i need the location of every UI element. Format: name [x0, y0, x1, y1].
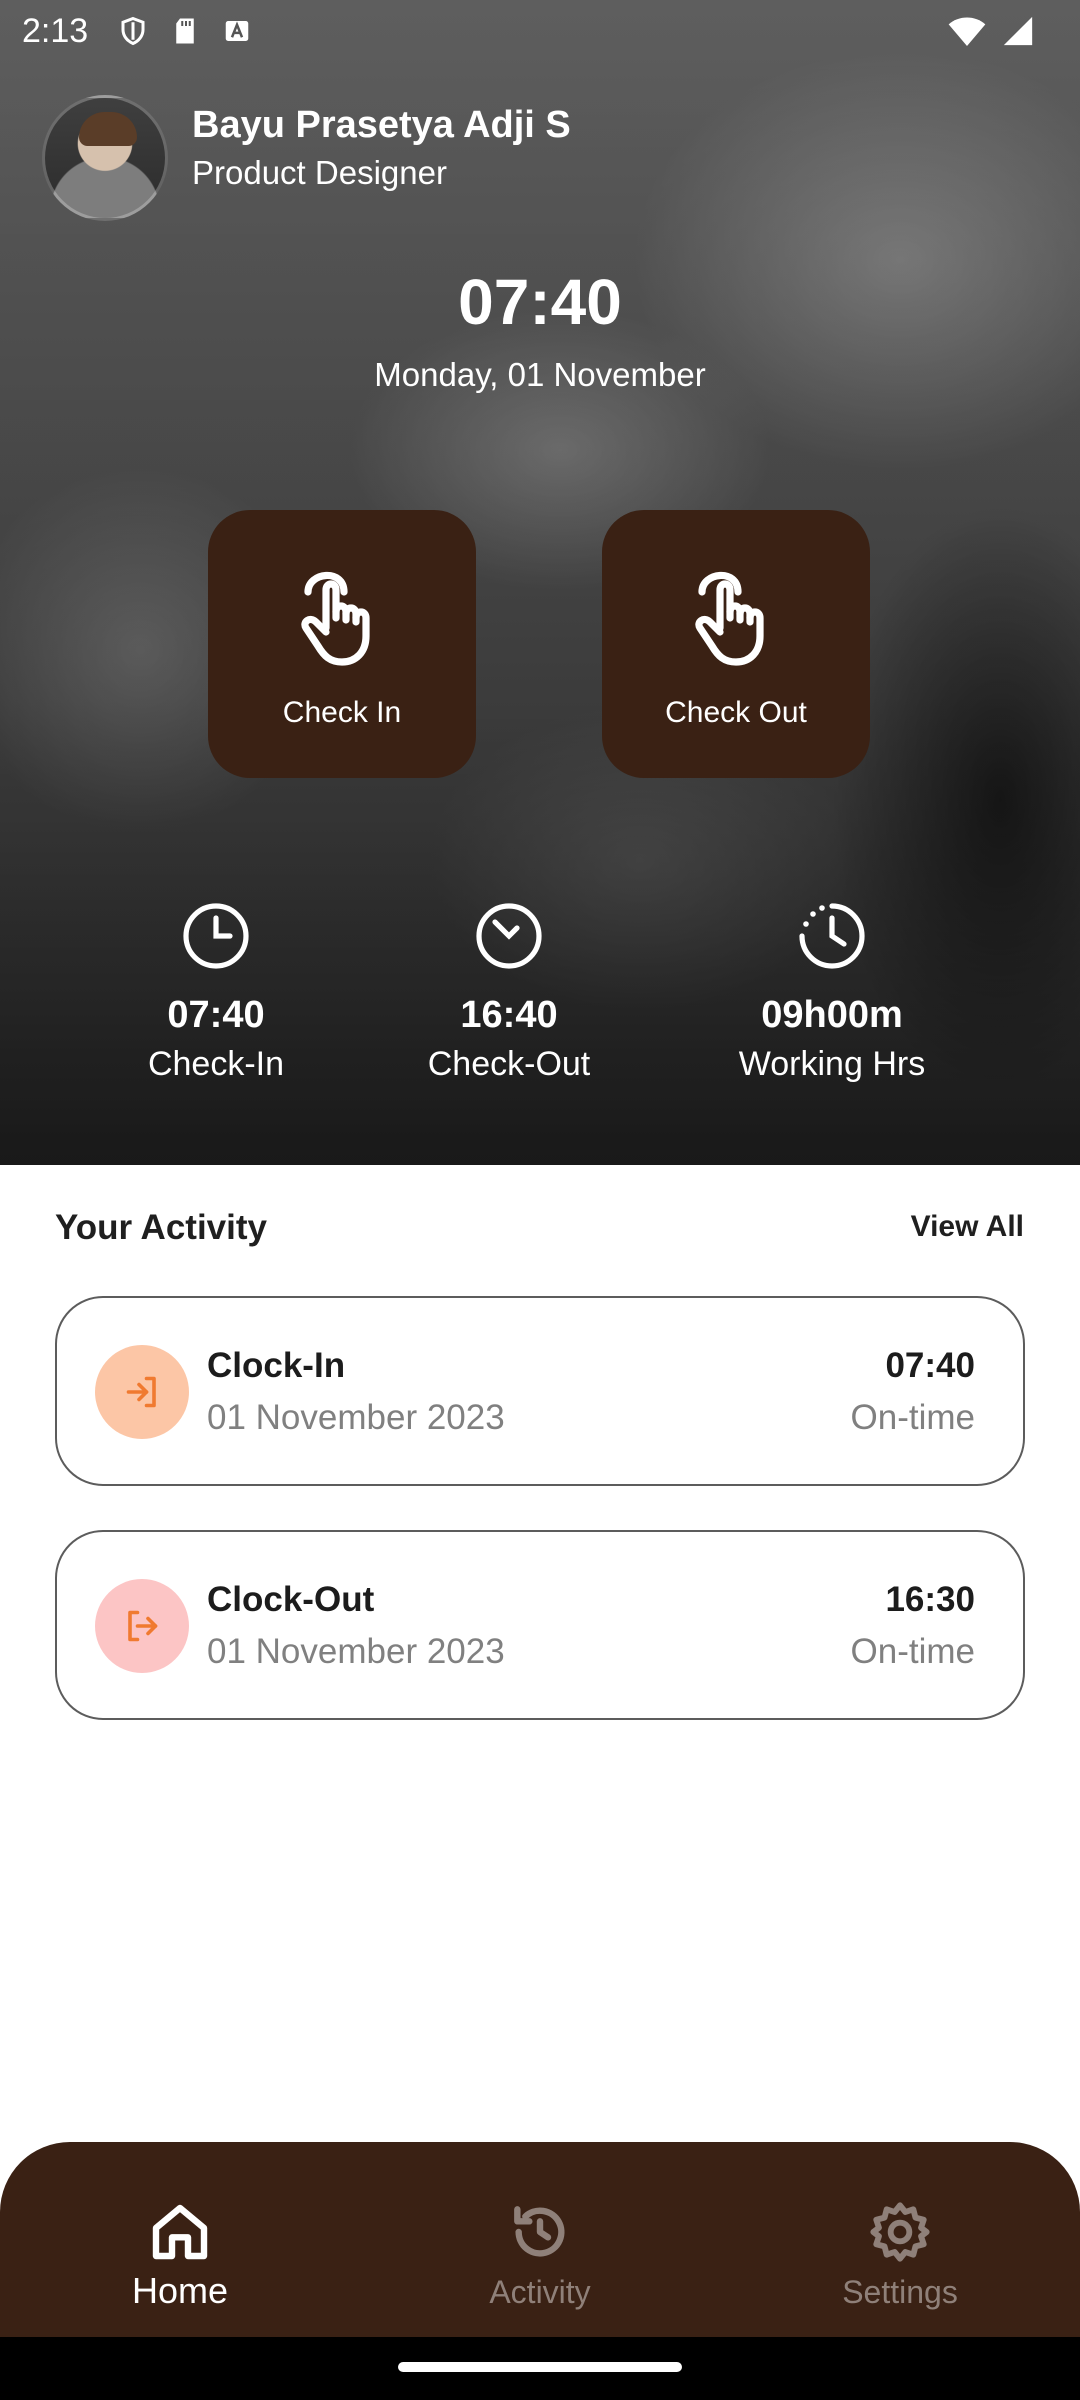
activity-status: On-time	[850, 1398, 975, 1437]
current-time: 07:40	[458, 266, 622, 338]
check-in-button[interactable]: Check In	[208, 510, 476, 778]
gesture-handle[interactable]	[398, 2362, 682, 2372]
check-out-label: Check Out	[665, 696, 807, 729]
activity-title: Clock-In	[207, 1346, 346, 1385]
activity-section-title: Your Activity	[55, 1208, 267, 1247]
login-icon	[126, 1376, 156, 1408]
nav-home-label: Home	[131, 2270, 229, 2311]
user-role: Product Designer	[192, 154, 447, 191]
activity-time: 07:40	[885, 1346, 975, 1385]
stat-caption: Check-In	[147, 1045, 285, 1083]
activity-icon-badge	[95, 1345, 189, 1439]
activity-date: 01 November 2023	[207, 1632, 505, 1671]
logout-icon	[128, 1610, 158, 1642]
nav-settings[interactable]: Settings	[790, 2200, 1010, 2311]
nav-activity[interactable]: Activity	[430, 2200, 650, 2311]
user-name: Bayu Prasetya Adji S	[192, 104, 571, 146]
activity-card-clock-in[interactable]: Clock-In 01 November 2023 07:40 On-time	[55, 1296, 1025, 1486]
tap-hand-icon	[695, 571, 764, 666]
status-icons-right	[947, 14, 1035, 48]
stat-check-in: 07:40 Check-In	[76, 900, 356, 1084]
status-icons-left	[118, 14, 252, 48]
stat-check-out: 16:40 Check-Out	[369, 900, 649, 1084]
shield-icon	[121, 16, 145, 46]
nav-settings-label: Settings	[842, 2274, 958, 2310]
home-icon	[152, 2204, 208, 2260]
sd-card-icon	[176, 18, 194, 44]
stat-value: 07:40	[167, 994, 265, 1036]
activity-date: 01 November 2023	[207, 1398, 505, 1437]
avatar[interactable]	[42, 95, 168, 221]
screen: 2:13 Bayu Prasetya Adji S Product Design…	[0, 0, 1080, 2400]
stat-working-hours: 09h00m Working Hrs	[692, 900, 972, 1084]
activity-time: 16:30	[885, 1580, 975, 1619]
hero-background: 2:13 Bayu Prasetya Adji S Product Design…	[0, 0, 1080, 1165]
avatar-hair	[79, 112, 137, 146]
bottom-navigation: Home Activity Settings	[0, 2142, 1080, 2337]
history-icon	[514, 2206, 565, 2257]
stat-caption: Working Hrs	[738, 1045, 926, 1083]
keyboard-a-icon	[225, 21, 249, 41]
status-bar: 2:13	[0, 0, 1080, 62]
nav-activity-label: Activity	[489, 2274, 591, 2310]
gear-icon	[870, 2202, 930, 2262]
current-date: Monday, 01 November	[374, 356, 706, 393]
activity-card-clock-out[interactable]: Clock-Out 01 November 2023 16:30 On-time	[55, 1530, 1025, 1720]
tap-hand-icon	[301, 571, 370, 666]
stat-value: 16:40	[460, 994, 558, 1036]
signal-icon	[1003, 16, 1033, 46]
clock-icon	[183, 903, 249, 969]
view-all-link[interactable]: View All	[911, 1210, 1024, 1244]
activity-title: Clock-Out	[207, 1580, 375, 1619]
stat-caption: Check-Out	[427, 1045, 591, 1083]
clock-icon	[476, 903, 542, 969]
stat-value: 09h00m	[761, 994, 903, 1036]
activity-icon-badge	[95, 1579, 189, 1673]
wifi-icon	[948, 17, 986, 46]
check-out-button[interactable]: Check Out	[602, 510, 870, 778]
nav-home[interactable]: Home	[70, 2200, 290, 2312]
timer-icon	[799, 903, 865, 969]
check-in-label: Check In	[282, 696, 402, 729]
status-time: 2:13	[22, 12, 89, 50]
activity-status: On-time	[850, 1632, 975, 1671]
